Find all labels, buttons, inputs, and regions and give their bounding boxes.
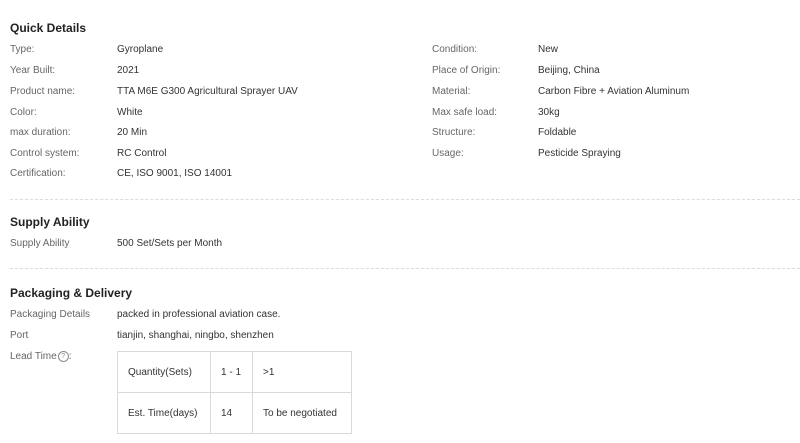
detail-label: Year Built: bbox=[10, 65, 56, 76]
detail-label: Place of Origin: bbox=[432, 65, 501, 76]
detail-value: Beijing, China bbox=[538, 65, 600, 76]
detail-value: New bbox=[538, 44, 559, 55]
supply-ability-label: Supply Ability bbox=[10, 238, 70, 249]
section-divider bbox=[10, 199, 800, 200]
lead-time-colon: : bbox=[68, 351, 72, 362]
quick-details-title: Quick Details bbox=[10, 21, 87, 35]
table-cell: To be negotiated bbox=[252, 392, 352, 434]
detail-value: CE, ISO 9001, ISO 14001 bbox=[117, 168, 233, 179]
detail-row: max duration: 20 Min Structure: Foldable bbox=[0, 125, 800, 141]
table-row: Quantity(Sets) 1 - 1 >1 bbox=[117, 351, 352, 393]
detail-row: Product name: TTA M6E G300 Agricultural … bbox=[0, 84, 800, 100]
detail-row: Port tianjin, shanghai, ningbo, shenzhen bbox=[0, 328, 800, 344]
detail-row: Control system: RC Control Usage: Pestic… bbox=[0, 146, 800, 162]
lead-time-text: Lead Time bbox=[10, 351, 57, 362]
detail-label: Material: bbox=[432, 86, 471, 97]
detail-label: Type: bbox=[10, 44, 35, 55]
port-label: Port bbox=[10, 330, 29, 341]
detail-label: Control system: bbox=[10, 148, 80, 159]
detail-label: Certification: bbox=[10, 168, 66, 179]
detail-value: Pesticide Spraying bbox=[538, 148, 621, 159]
supply-ability-title: Supply Ability bbox=[10, 215, 90, 229]
packaging-details-label: Packaging Details bbox=[10, 309, 91, 320]
table-cell: 14 bbox=[210, 392, 253, 434]
table-cell: >1 bbox=[252, 351, 352, 393]
table-cell: Est. Time(days) bbox=[117, 392, 211, 434]
detail-label: Usage: bbox=[432, 148, 464, 159]
packaging-details-value: packed in professional aviation case. bbox=[117, 309, 281, 320]
detail-row: Color: White Max safe load: 30kg bbox=[0, 105, 800, 121]
lead-time-table: Quantity(Sets) 1 - 1 >1 Est. Time(days) … bbox=[117, 351, 352, 434]
detail-row: Supply Ability 500 Set/Sets per Month bbox=[0, 236, 800, 252]
detail-label: max duration: bbox=[10, 127, 71, 138]
detail-value: Gyroplane bbox=[117, 44, 164, 55]
detail-label: Color: bbox=[10, 107, 37, 118]
detail-row: Type: Gyroplane Condition: New bbox=[0, 42, 800, 58]
detail-value: White bbox=[117, 107, 143, 118]
lead-time-label: Lead Time?: bbox=[10, 349, 71, 365]
table-cell: 1 - 1 bbox=[210, 351, 253, 393]
help-icon[interactable]: ? bbox=[57, 351, 69, 362]
detail-value: Carbon Fibre + Aviation Aluminum bbox=[538, 86, 690, 97]
detail-value: RC Control bbox=[117, 148, 167, 159]
detail-label: Product name: bbox=[10, 86, 76, 97]
table-row: Est. Time(days) 14 To be negotiated bbox=[117, 392, 352, 434]
detail-label: Condition: bbox=[432, 44, 478, 55]
table-cell: Quantity(Sets) bbox=[117, 351, 211, 393]
supply-ability-value: 500 Set/Sets per Month bbox=[117, 238, 223, 249]
detail-row: Packaging Details packed in professional… bbox=[0, 307, 800, 323]
packaging-delivery-title: Packaging & Delivery bbox=[10, 286, 133, 300]
section-divider bbox=[10, 268, 800, 269]
detail-label: Max safe load: bbox=[432, 107, 498, 118]
detail-value: TTA M6E G300 Agricultural Sprayer UAV bbox=[117, 86, 298, 97]
detail-row: Certification: CE, ISO 9001, ISO 14001 bbox=[0, 166, 800, 182]
detail-value: 30kg bbox=[538, 107, 560, 118]
detail-value: 20 Min bbox=[117, 127, 148, 138]
detail-label: Structure: bbox=[432, 127, 476, 138]
port-value: tianjin, shanghai, ningbo, shenzhen bbox=[117, 330, 274, 341]
detail-value: Foldable bbox=[538, 127, 577, 138]
detail-row: Year Built: 2021 Place of Origin: Beijin… bbox=[0, 63, 800, 79]
detail-value: 2021 bbox=[117, 65, 140, 76]
